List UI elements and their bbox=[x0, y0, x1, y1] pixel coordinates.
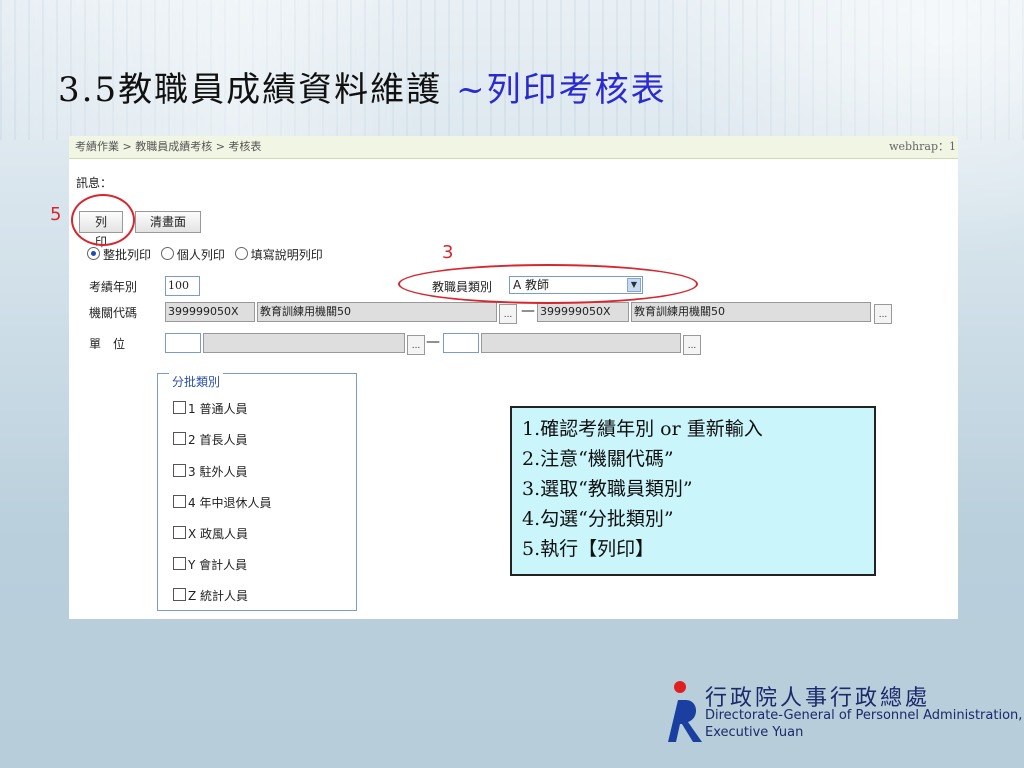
checkbox-label: 1 普通人員 bbox=[188, 402, 248, 416]
step-marker-print: 5 bbox=[50, 204, 62, 225]
checkbox-icon bbox=[173, 464, 186, 477]
print-highlight-ellipse bbox=[71, 194, 135, 246]
unit-name-from bbox=[203, 333, 405, 353]
checkbox-icon bbox=[173, 432, 186, 445]
checkbox-ethics[interactable]: X 政風人員 bbox=[173, 525, 248, 542]
step-marker-staff-type: 3 bbox=[442, 242, 454, 263]
agency-code-to[interactable]: 399999050X bbox=[537, 302, 629, 322]
unit-name-to bbox=[481, 333, 681, 353]
slide-subtitle: ~列印考核表 bbox=[456, 70, 667, 110]
checkbox-label: Z 統計人員 bbox=[188, 589, 249, 603]
range-dash: — bbox=[521, 303, 535, 319]
note-step-5: 5.執行【列印】 bbox=[522, 538, 655, 560]
unit-lookup-to-button[interactable]: ... bbox=[683, 335, 701, 355]
radio-icon bbox=[160, 247, 174, 260]
slide-title-main: 3.5教職員成績資料維護 bbox=[58, 70, 443, 110]
note-step-3: 3.選取“教職員類別” bbox=[522, 478, 693, 500]
agency-name-to: 教育訓練用機關50 bbox=[631, 302, 871, 322]
note-step-4: 4.勾選“分批類別” bbox=[522, 508, 674, 530]
year-label: 考績年別 bbox=[89, 280, 138, 294]
user-label: webhrap：1 bbox=[889, 140, 956, 153]
checkbox-icon bbox=[173, 526, 186, 539]
unit-lookup-from-button[interactable]: ... bbox=[407, 335, 425, 355]
year-input[interactable]: 100 bbox=[165, 276, 200, 296]
checkbox-accounting[interactable]: Y 會計人員 bbox=[173, 556, 247, 573]
staff-type-highlight-ellipse bbox=[398, 264, 698, 304]
checkbox-chief[interactable]: 2 首長人員 bbox=[173, 431, 247, 448]
checkbox-label: Y 會計人員 bbox=[188, 558, 248, 572]
checkbox-midyear-retired[interactable]: 4 年中退休人員 bbox=[173, 494, 271, 511]
radio-batch-print[interactable]: 整批列印 bbox=[87, 247, 152, 262]
radio-label: 填寫說明列印 bbox=[250, 248, 323, 262]
agency-lookup-to-button[interactable]: ... bbox=[874, 304, 892, 324]
note-step-2: 2.注意“機關代碼” bbox=[522, 448, 674, 470]
radio-icon-selected bbox=[87, 247, 100, 260]
checkbox-label: 4 年中退休人員 bbox=[188, 496, 272, 510]
checkbox-overseas[interactable]: 3 駐外人員 bbox=[173, 463, 247, 480]
radio-individual-print[interactable]: 個人列印 bbox=[160, 247, 225, 262]
checkbox-general[interactable]: 1 普通人員 bbox=[173, 400, 247, 417]
radio-label: 整批列印 bbox=[103, 248, 152, 262]
radio-icon bbox=[234, 247, 248, 260]
agency-code-from[interactable]: 399999050X bbox=[165, 302, 255, 322]
checkbox-icon bbox=[173, 401, 186, 414]
checkbox-label: 3 駐外人員 bbox=[188, 465, 248, 479]
logo-mark-icon bbox=[668, 681, 702, 742]
note-step-1: 1.確認考績年別 or 重新輸入 bbox=[522, 418, 763, 440]
radio-label: 個人列印 bbox=[176, 248, 225, 262]
unit-code-to[interactable] bbox=[443, 333, 479, 353]
checkbox-icon bbox=[173, 495, 186, 508]
unit-code-from[interactable] bbox=[165, 333, 201, 353]
range-dash: — bbox=[426, 334, 440, 350]
unit-label: 單 位 bbox=[89, 337, 126, 351]
organization-logo: 行政院人事行政總處 Directorate-General of Personn… bbox=[660, 678, 1023, 748]
message-label: 訊息： bbox=[76, 176, 113, 190]
radio-instructions-print[interactable]: 填寫說明列印 bbox=[234, 247, 323, 262]
checkbox-label: 2 首長人員 bbox=[188, 433, 248, 447]
logo-english-line1: Directorate-General of Personnel Adminis… bbox=[705, 708, 1023, 723]
clear-button[interactable]: 清畫面 bbox=[135, 211, 201, 233]
checkbox-icon bbox=[173, 557, 186, 570]
agency-lookup-from-button[interactable]: ... bbox=[499, 304, 517, 324]
breadcrumb-text: 考績作業 > 教職員成績考核 > 考核表 bbox=[75, 140, 262, 153]
instruction-note: 1.確認考績年別 or 重新輸入 2.注意“機關代碼” 3.選取“教職員類別” … bbox=[510, 406, 876, 576]
checkbox-label: X 政風人員 bbox=[188, 527, 249, 541]
checkbox-statistics[interactable]: Z 統計人員 bbox=[173, 587, 248, 604]
agency-label: 機關代碼 bbox=[89, 306, 138, 320]
slide-title: 3.5教職員成績資料維護 ~列印考核表 bbox=[58, 62, 667, 111]
breadcrumb: 考績作業 > 教職員成績考核 > 考核表 webhrap：1 bbox=[69, 136, 958, 159]
print-mode-group: 整批列印 個人列印 填寫說明列印 bbox=[87, 246, 329, 263]
agency-name-from: 教育訓練用機關50 bbox=[257, 302, 497, 322]
logo-english-line2: Executive Yuan bbox=[705, 725, 804, 740]
checkbox-icon bbox=[173, 588, 186, 601]
batch-category-legend: 分批類別 bbox=[169, 373, 224, 390]
